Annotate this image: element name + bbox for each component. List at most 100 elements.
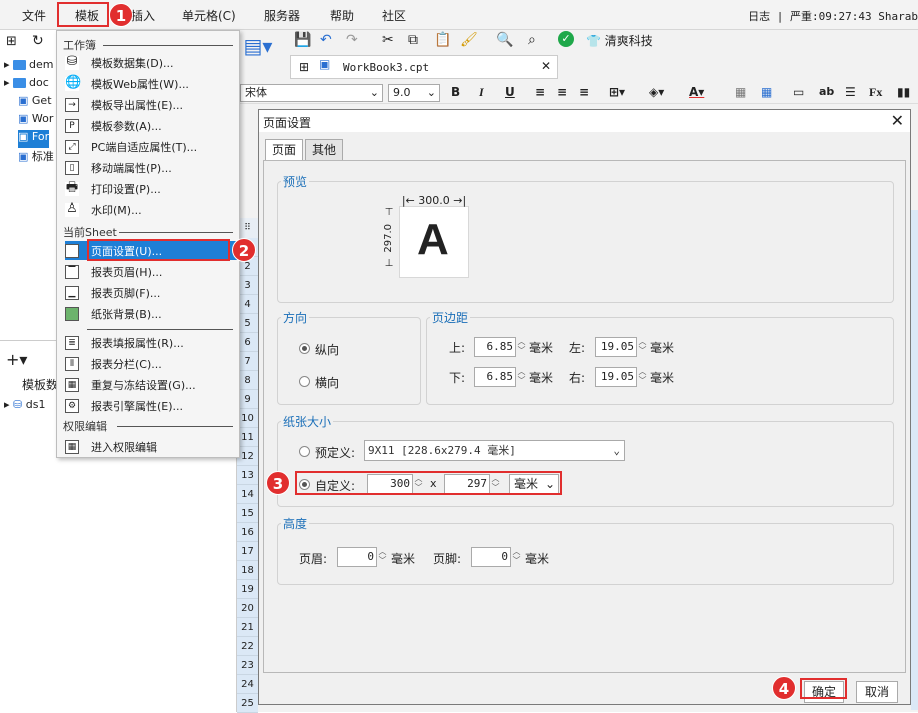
text-icon[interactable]: ab — [819, 85, 834, 98]
chart-icon[interactable]: ▮▮ — [897, 85, 910, 99]
row-number[interactable]: 20 — [237, 599, 258, 618]
row-number[interactable]: 12 — [237, 447, 258, 466]
tab-page[interactable]: 页面 — [265, 139, 303, 162]
menu-item-engine[interactable]: ⚙ 报表引擎属性(E)... — [65, 396, 237, 415]
menu-item-header[interactable]: ▔ 报表页眉(H)... — [65, 262, 237, 281]
menu-item-web[interactable]: 🌐 模板Web属性(W)... — [65, 74, 237, 93]
menu-item-freeze[interactable]: ▦ 重复与冻结设置(G)... — [65, 375, 237, 394]
align-left-icon[interactable]: ≡ — [535, 85, 545, 99]
row-number[interactable]: 11 — [237, 428, 258, 447]
font-color-icon[interactable]: A▾ — [689, 85, 704, 99]
row-number[interactable]: 9 — [237, 390, 258, 409]
row-number[interactable]: 19 — [237, 580, 258, 599]
menu-item-columns[interactable]: ⫴ 报表分栏(C)... — [65, 354, 237, 373]
row-number[interactable]: 6 — [237, 333, 258, 352]
menu-item-footer[interactable]: ▁ 报表页脚(F)... — [65, 283, 237, 302]
check-circle-icon[interactable]: ✓ — [558, 31, 574, 47]
preview-icon[interactable]: ▤▾ — [242, 34, 274, 74]
tab-other[interactable]: 其他 — [305, 139, 343, 161]
menu-item-print[interactable]: 🖶 打印设置(P)... — [65, 179, 237, 198]
italic-button[interactable]: I — [479, 85, 484, 100]
menu-help[interactable]: 帮助 — [330, 7, 354, 24]
check-icon[interactable]: ⌕ — [528, 32, 536, 48]
cancel-button[interactable]: 取消 — [856, 681, 898, 703]
font-size-select[interactable]: 9.0 ⌄ — [388, 84, 440, 102]
row-number[interactable]: 5 — [237, 314, 258, 333]
copy-icon[interactable]: ⧉ — [408, 32, 418, 48]
add-dataset-icon[interactable]: +▾ — [6, 350, 27, 369]
paste-icon[interactable]: 📋 — [434, 32, 451, 48]
row-number[interactable]: 16 — [237, 523, 258, 542]
menu-file[interactable]: 文件 — [22, 7, 46, 24]
dataset-item[interactable]: ▸ ⛁ ds1 — [4, 398, 45, 416]
row-number[interactable]: 18 — [237, 561, 258, 580]
margin-bottom-input[interactable]: 6.85 — [474, 367, 516, 387]
menu-item-dataset[interactable]: ⛁ 模板数据集(D)... — [65, 53, 237, 72]
menu-item-watermark[interactable]: ♙ 水印(M)... — [65, 200, 237, 219]
row-number[interactable]: 7 — [237, 352, 258, 371]
insert-row-icon[interactable]: ▭ — [793, 85, 804, 99]
spinner-icon[interactable]: ︿ ﹀ — [637, 337, 648, 357]
menu-community[interactable]: 社区 — [382, 7, 406, 24]
border-icon[interactable]: ⊞▾ — [609, 85, 625, 99]
grid-corner[interactable]: ⠿ — [237, 218, 258, 238]
row-number[interactable]: 17 — [237, 542, 258, 561]
radio-landscape[interactable] — [299, 376, 310, 387]
row-number[interactable]: 13 — [237, 466, 258, 485]
predefined-select[interactable]: 9X11 [228.6x279.4 毫米] ⌄ — [364, 440, 625, 461]
menu-item-export[interactable]: → 模板导出属性(E)... — [65, 95, 237, 114]
underline-button[interactable]: U — [505, 85, 515, 99]
menu-item-background[interactable]: 纸张背景(B)... — [65, 304, 237, 323]
table-icon[interactable]: ▦ — [761, 85, 772, 99]
footer-height-input[interactable]: 0 — [471, 547, 511, 567]
margin-left-input[interactable]: 19.05 — [595, 337, 637, 357]
menu-cell[interactable]: 单元格(C) — [182, 7, 236, 24]
formula-icon[interactable]: Fx — [869, 85, 882, 100]
menu-item-pc-adaptive[interactable]: ⤢ PC端自适应属性(T)... — [65, 137, 237, 156]
spinner-icon[interactable]: ︿ ﹀ — [516, 337, 527, 357]
redo-icon[interactable]: ↷ — [346, 32, 358, 48]
row-number[interactable]: 22 — [237, 637, 258, 656]
tree-item[interactable]: ▣ Get — [18, 94, 52, 112]
row-number[interactable]: 23 — [237, 656, 258, 675]
menu-item-mobile[interactable]: ▯ 移动端属性(P)... — [65, 158, 237, 177]
merge-icon[interactable]: ▦ — [735, 85, 746, 99]
align-right-icon[interactable]: ≡ — [579, 85, 589, 99]
row-number[interactable]: 24 — [237, 675, 258, 694]
menu-server[interactable]: 服务器 — [264, 7, 300, 24]
bold-button[interactable]: B — [451, 85, 460, 99]
align-center-icon[interactable]: ≡ — [557, 85, 567, 99]
margin-top-input[interactable]: 6.85 — [474, 337, 516, 357]
menu-item-params[interactable]: P 模板参数(A)... — [65, 116, 237, 135]
brand-button[interactable]: 👕 清爽科技 — [586, 32, 653, 49]
fill-color-icon[interactable]: ◈▾ — [649, 85, 664, 99]
format-painter-icon[interactable]: 🖌 — [460, 32, 478, 48]
margin-right-input[interactable]: 19.05 — [595, 367, 637, 387]
refresh-icon[interactable]: ↻ — [32, 33, 44, 49]
wrap-icon[interactable]: ☰ — [845, 85, 856, 99]
tree-item[interactable]: ▣ Wor — [18, 112, 53, 130]
undo-icon[interactable]: ↶ — [320, 32, 332, 48]
save-icon[interactable]: 💾 — [294, 32, 311, 48]
spinner-icon[interactable]: ︿ ﹀ — [511, 547, 522, 567]
row-number[interactable]: 25 — [237, 694, 258, 713]
row-number[interactable]: 21 — [237, 618, 258, 637]
row-number[interactable]: 8 — [237, 371, 258, 390]
close-icon[interactable]: ✕ — [541, 59, 551, 73]
menu-insert[interactable]: 插入 — [131, 7, 155, 24]
row-number[interactable]: 10 — [237, 409, 258, 428]
search-icon[interactable]: 🔍 — [496, 32, 513, 48]
close-icon[interactable]: ✕ — [891, 111, 904, 130]
status-log[interactable]: 日志 | 严重:09:27:43 Sharab — [748, 8, 918, 24]
tree-item[interactable]: ▣ 标准 — [18, 148, 54, 166]
header-height-input[interactable]: 0 — [337, 547, 377, 567]
cut-icon[interactable]: ✂ — [382, 32, 394, 48]
row-number[interactable]: 3 — [237, 276, 258, 295]
new-folder-icon[interactable]: ⊞ — [6, 34, 17, 49]
tree-item[interactable]: ▸ doc — [4, 76, 49, 94]
doc-tab[interactable]: ⊞ ▣ WorkBook3.cpt ✕ — [290, 55, 558, 79]
font-select[interactable]: 宋体 ⌄ — [240, 84, 383, 102]
tree-item[interactable]: ▸ dem — [4, 58, 54, 76]
radio-predefined[interactable] — [299, 446, 310, 457]
spinner-icon[interactable]: ︿ ﹀ — [377, 547, 388, 567]
